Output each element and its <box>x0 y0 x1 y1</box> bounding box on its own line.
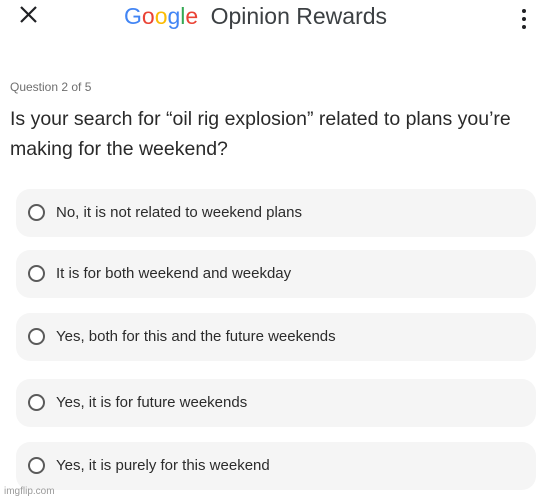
logo-letter: o <box>141 3 155 29</box>
google-logo: Google <box>124 3 205 29</box>
radio-button[interactable] <box>28 457 45 474</box>
question-text: Is your search for “oil rig explosion” r… <box>10 108 511 160</box>
answer-option[interactable]: It is for both weekend and weekday <box>16 250 536 298</box>
answer-option[interactable]: Yes, both for this and the future weeken… <box>16 313 536 361</box>
app-title: Google Opinion Rewards <box>124 2 387 30</box>
logo-letter: e <box>185 3 199 29</box>
question-counter: Question 2 of 5 <box>10 80 92 94</box>
close-icon <box>20 6 37 23</box>
answer-label: Yes, both for this and the future weeken… <box>56 328 336 345</box>
radio-button[interactable] <box>28 204 45 221</box>
answer-option[interactable]: Yes, it is purely for this weekend <box>16 442 536 490</box>
logo-letter: o <box>154 3 168 29</box>
radio-button[interactable] <box>28 265 45 282</box>
app-bar: Google Opinion Rewards <box>0 0 547 34</box>
answer-label: It is for both weekend and weekday <box>56 265 292 282</box>
survey-screen: Google Opinion Rewards Question 2 of 5 I… <box>0 0 547 500</box>
more-vert-icon <box>512 4 536 29</box>
watermark: imgflip.com <box>4 486 55 497</box>
answer-label: Yes, it is for future weekends <box>56 394 248 411</box>
answer-option[interactable]: Yes, it is for future weekends <box>16 379 536 427</box>
radio-button[interactable] <box>28 328 45 345</box>
more-options-button[interactable] <box>512 4 536 32</box>
answer-label: No, it is not related to weekend plans <box>56 204 302 221</box>
logo-letter: G <box>124 3 142 29</box>
close-button[interactable] <box>14 1 44 31</box>
answer-label: Yes, it is purely for this weekend <box>56 457 270 474</box>
app-name: Opinion Rewards <box>210 3 388 29</box>
answer-option[interactable]: No, it is not related to weekend plans <box>16 189 536 237</box>
logo-letter: g <box>167 3 181 29</box>
radio-button[interactable] <box>28 394 45 411</box>
